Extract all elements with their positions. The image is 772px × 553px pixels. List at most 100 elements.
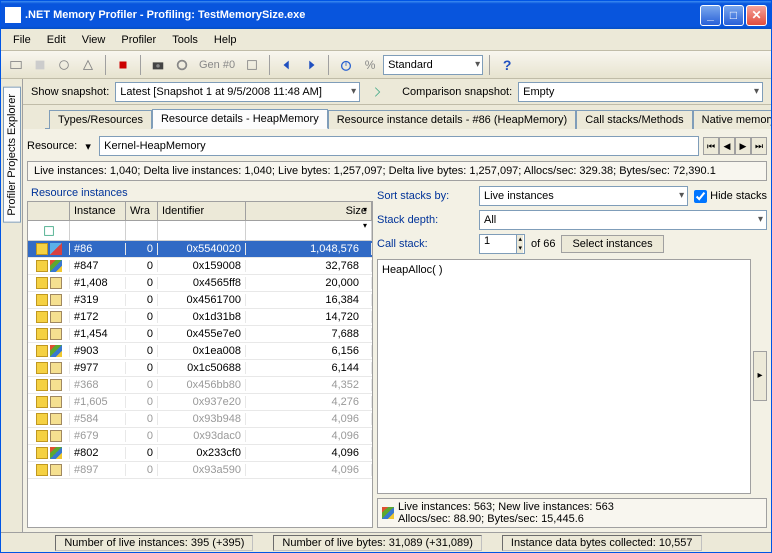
kind-icon <box>50 243 62 255</box>
gc-button[interactable] <box>171 54 193 76</box>
table-row[interactable]: #1,40800x4565ff820,000 <box>28 275 372 292</box>
win-icon <box>382 507 394 519</box>
table-row[interactable]: #1,45400x455e7e07,688 <box>28 326 372 343</box>
kind-icon <box>50 345 62 357</box>
tab-resource-instance-details-86-heapmemory-[interactable]: Resource instance details - #86 (HeapMem… <box>328 110 577 129</box>
select-instances-button[interactable]: Select instances <box>561 235 663 253</box>
bottom-stats: Live instances: 563; New live instances:… <box>377 498 767 528</box>
menu-file[interactable]: File <box>5 32 39 48</box>
menu-view[interactable]: View <box>74 32 114 48</box>
table-row[interactable]: #31900x456170016,384 <box>28 292 372 309</box>
tab-call-stacks-methods[interactable]: Call stacks/Methods <box>576 110 692 129</box>
menu-edit[interactable]: Edit <box>39 32 74 48</box>
close-button[interactable]: ✕ <box>746 5 767 26</box>
help-button[interactable]: ? <box>496 54 518 76</box>
table-row[interactable]: #58400x93b9484,096 <box>28 411 372 428</box>
camera-button[interactable] <box>147 54 169 76</box>
table-row[interactable]: #89700x93a5904,096 <box>28 462 372 479</box>
col-instance[interactable]: Instance <box>70 202 126 220</box>
side-tab-projects[interactable]: Profiler Projects Explorer <box>3 87 21 223</box>
expand-button[interactable]: ▸ <box>753 351 767 401</box>
kind-icon <box>50 430 62 442</box>
table-row[interactable]: #17200x1d31b814,720 <box>28 309 372 326</box>
callstack-label: Call stack: <box>377 238 473 250</box>
col-identifier[interactable]: Identifier <box>158 202 246 220</box>
callstack-spinner[interactable]: 1 <box>479 234 525 254</box>
toolbar-btn-2[interactable] <box>29 54 51 76</box>
nav-first[interactable]: ⏮ <box>703 137 719 155</box>
resource-label: Resource: <box>27 140 77 152</box>
menu-help[interactable]: Help <box>206 32 245 48</box>
sort-stacks-combo[interactable]: Live instances <box>479 186 688 206</box>
col-size[interactable]: Size <box>246 202 372 220</box>
table-row[interactable]: #8600x55400201,048,576 <box>28 241 372 258</box>
snapshot-bar: Show snapshot: Latest [Snapshot 1 at 9/5… <box>23 79 771 105</box>
toolbar-btn-1[interactable] <box>5 54 27 76</box>
table-row[interactable]: #80200x233cf04,096 <box>28 445 372 462</box>
resource-dropdown-icon[interactable]: ▾ <box>81 135 95 157</box>
stop-button[interactable] <box>112 54 134 76</box>
kind-icon <box>50 260 62 272</box>
show-snapshot-label: Show snapshot: <box>31 86 109 98</box>
toolbar-btn-3[interactable] <box>53 54 75 76</box>
menubar: File Edit View Profiler Tools Help <box>1 29 771 51</box>
stack-depth-label: Stack depth: <box>377 214 473 226</box>
table-row[interactable]: #84700x15900832,768 <box>28 258 372 275</box>
table-row[interactable]: #90300x1ea0086,156 <box>28 343 372 360</box>
kind-icon <box>50 277 62 289</box>
resource-grid: Instance Wra Identifier Size <box>27 201 373 528</box>
resource-icon <box>36 311 48 323</box>
grid-body[interactable]: #8600x55400201,048,576#84700x15900832,76… <box>28 241 372 527</box>
maximize-button[interactable]: □ <box>723 5 744 26</box>
table-row[interactable]: #67900x93dac04,096 <box>28 428 372 445</box>
filter-row <box>28 221 372 241</box>
table-row[interactable]: #97700x1c506886,144 <box>28 360 372 377</box>
layout-combo[interactable]: Standard <box>383 55 483 75</box>
resource-icon <box>36 379 48 391</box>
table-row[interactable]: #1,60500x937e204,276 <box>28 394 372 411</box>
show-snapshot-combo[interactable]: Latest [Snapshot 1 at 9/5/2008 11:48 AM] <box>115 82 360 102</box>
resource-icon <box>36 362 48 374</box>
resource-combo[interactable]: Kernel-HeapMemory <box>99 136 699 156</box>
nav-last[interactable]: ⏭ <box>751 137 767 155</box>
hide-stacks-label: Hide stacks <box>710 190 767 202</box>
menu-tools[interactable]: Tools <box>164 32 206 48</box>
col-wra[interactable]: Wra <box>126 202 158 220</box>
resource-icon <box>36 396 48 408</box>
toolbar-btn-5[interactable] <box>241 54 263 76</box>
nav-next[interactable]: ▶ <box>735 137 751 155</box>
resource-icon <box>36 277 48 289</box>
app-window: .NET Memory Profiler - Profiling: TestMe… <box>0 0 772 553</box>
tabbar: Types/ResourcesResource details - HeapMe… <box>45 105 771 129</box>
filter-icon[interactable] <box>28 221 70 240</box>
stats-bar: Live instances: 1,040; Delta live instan… <box>27 161 767 181</box>
tab-types-resources[interactable]: Types/Resources <box>49 110 152 129</box>
side-panel: Profiler Projects Explorer <box>1 79 23 532</box>
hide-stacks-checkbox[interactable] <box>694 190 707 203</box>
snapshot-go-button[interactable] <box>366 81 388 103</box>
kind-icon <box>50 311 62 323</box>
toolbar-btn-4[interactable] <box>77 54 99 76</box>
minimize-button[interactable]: _ <box>700 5 721 26</box>
resource-icon <box>36 294 48 306</box>
percent-button[interactable]: % <box>359 54 381 76</box>
compare-snapshot-combo[interactable]: Empty <box>518 82 763 102</box>
toolbar: Gen #0 % Standard ? <box>1 51 771 79</box>
table-row[interactable]: #36800x456bb804,352 <box>28 377 372 394</box>
menu-profiler[interactable]: Profiler <box>113 32 164 48</box>
tab-native-memory[interactable]: Native memory <box>693 110 771 129</box>
sort-stacks-label: Sort stacks by: <box>377 190 473 202</box>
back-button[interactable] <box>276 54 298 76</box>
timer-button[interactable] <box>335 54 357 76</box>
resource-icon <box>36 464 48 476</box>
nav-prev[interactable]: ◀ <box>719 137 735 155</box>
callstack-of: of 66 <box>531 238 555 250</box>
kind-icon <box>50 413 62 425</box>
compare-snapshot-label: Comparison snapshot: <box>402 86 512 98</box>
forward-button[interactable] <box>300 54 322 76</box>
stack-depth-combo[interactable]: All <box>479 210 767 230</box>
callstack-box[interactable]: HeapAlloc( ) <box>377 259 751 494</box>
resource-icon <box>36 260 48 272</box>
tab-resource-details-heapmemory[interactable]: Resource details - HeapMemory <box>152 109 328 129</box>
resource-icon <box>36 447 48 459</box>
